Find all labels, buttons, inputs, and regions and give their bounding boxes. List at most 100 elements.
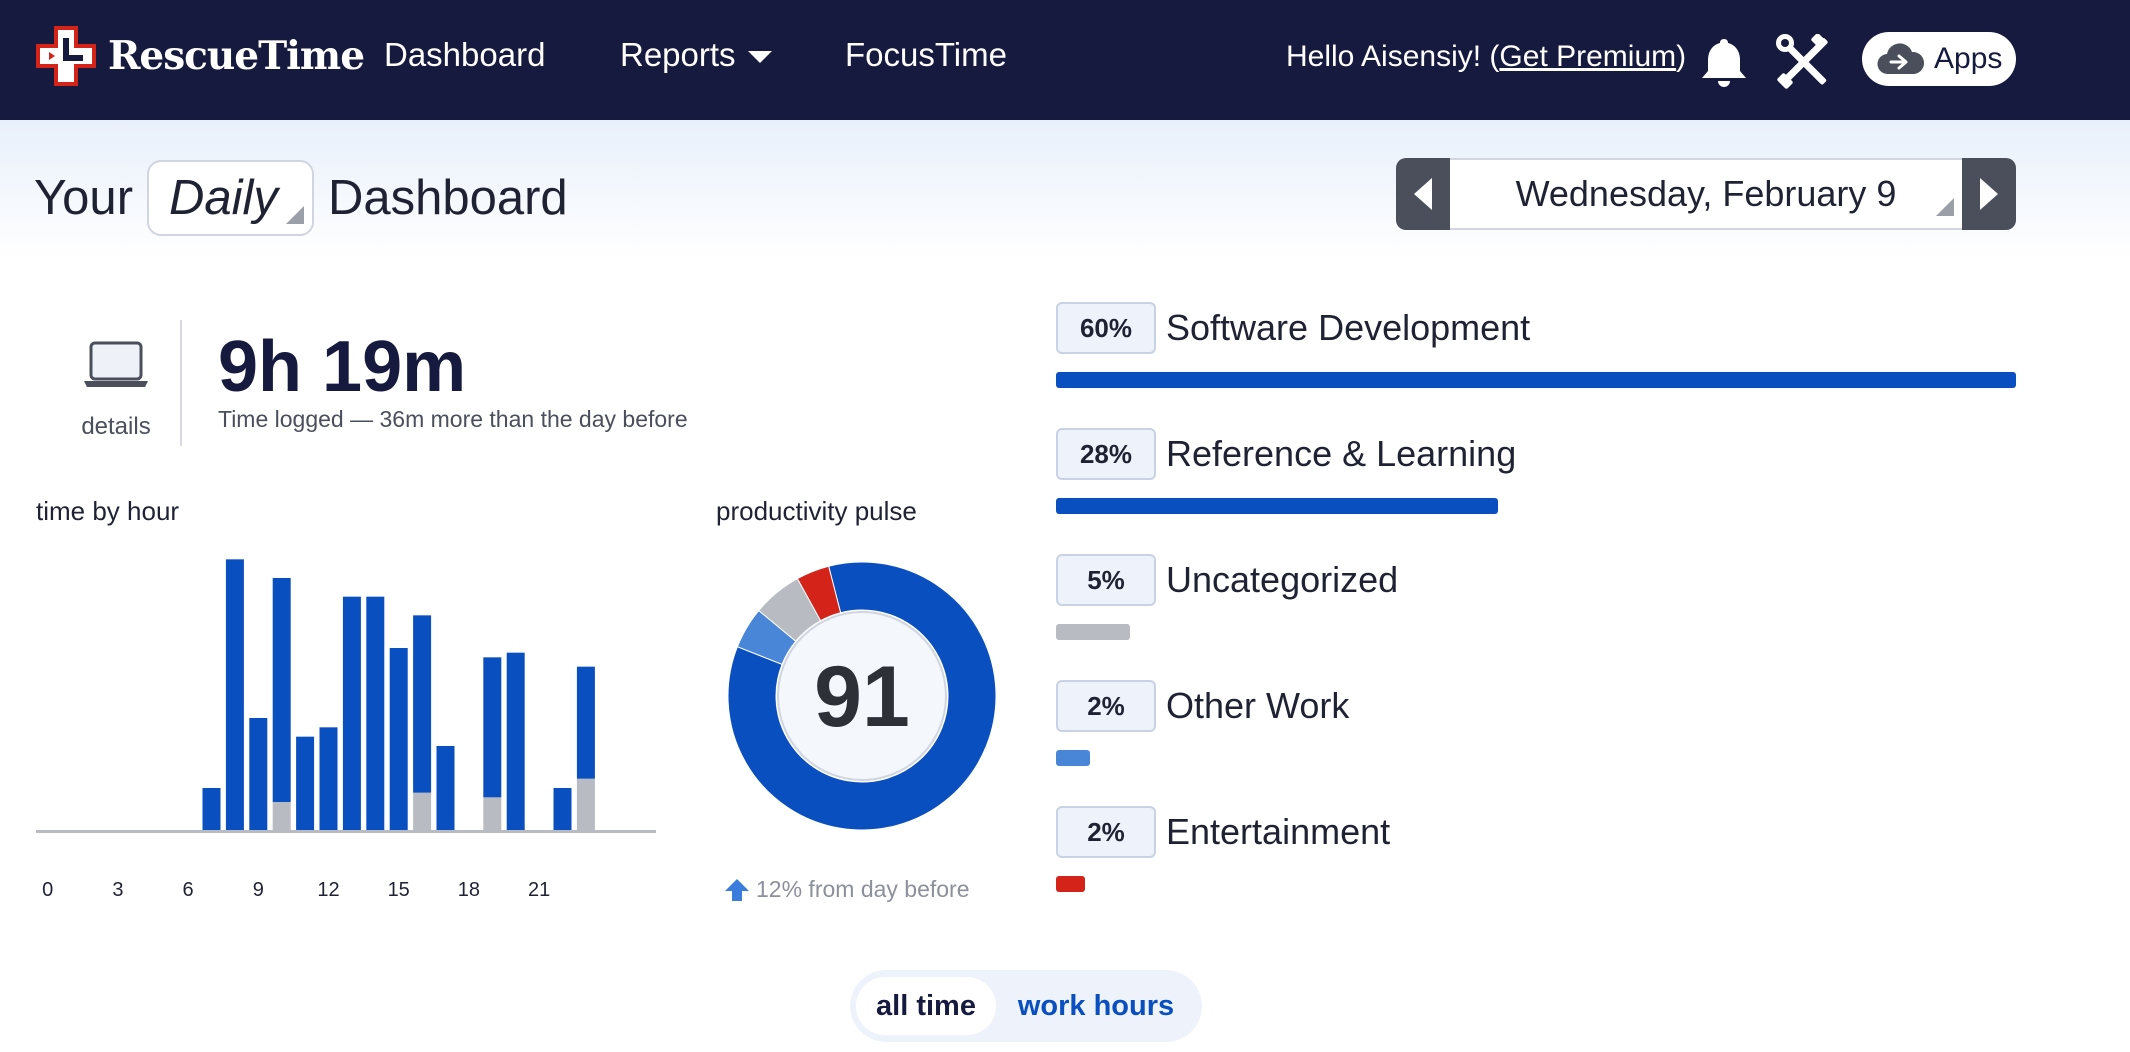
apps-label: Apps — [1934, 42, 2003, 75]
caret-down-icon — [747, 51, 772, 64]
details-label: details — [81, 413, 151, 440]
x-tick-label: 21 — [528, 879, 550, 901]
nav-reports[interactable]: Reports — [620, 36, 772, 74]
top-navbar: RescueTime Dashboard Reports FocusTime H… — [0, 0, 2130, 120]
period-value: Daily — [169, 171, 278, 225]
hours-toggle: all time work hours — [850, 970, 1202, 1042]
time-by-hour-title: time by hour — [36, 496, 180, 526]
title-prefix: Your — [34, 171, 134, 225]
period-select[interactable]: Daily — [147, 160, 314, 236]
category-item[interactable]: 28% Reference & Learning — [1056, 428, 2016, 514]
time-logged-subtitle: Time logged — 36m more than the day befo… — [218, 406, 688, 432]
category-bar — [1056, 372, 2016, 388]
category-item[interactable]: 5% Uncategorized — [1056, 554, 2016, 640]
category-bar — [1056, 624, 1130, 640]
category-percent: 2% — [1056, 806, 1156, 858]
x-tick-label: 18 — [458, 879, 480, 901]
x-tick-label: 9 — [253, 879, 264, 901]
category-header: 5% Uncategorized — [1056, 554, 2016, 606]
hour-bar[interactable] — [553, 788, 572, 830]
arrow-up-icon — [725, 878, 749, 901]
category-header: 60% Software Development — [1056, 302, 2016, 354]
app-logo[interactable]: RescueTime — [34, 24, 365, 88]
category-header: 2% Other Work — [1056, 680, 2016, 732]
nav-focustime-label: FocusTime — [845, 36, 1007, 73]
category-name: Entertainment — [1166, 811, 1391, 852]
category-name: Uncategorized — [1166, 559, 1399, 600]
x-tick-label: 0 — [42, 879, 53, 901]
laptop-icon — [84, 341, 148, 387]
hour-bar[interactable] — [483, 657, 502, 798]
x-tick-label: 3 — [112, 879, 123, 901]
rescuetime-logo-icon — [36, 26, 96, 86]
greeting-text: Hello Aisensiy! ( — [1286, 40, 1500, 73]
toggle-work-hours[interactable]: work hours — [996, 977, 1196, 1035]
tools-icon[interactable] — [1776, 34, 1830, 90]
hour-bar-neutral[interactable] — [576, 778, 595, 830]
greeting-close: ) — [1676, 40, 1687, 73]
select-corner-icon — [285, 206, 304, 224]
nav-dashboard[interactable]: Dashboard — [384, 36, 545, 74]
arrow-right-icon — [1980, 178, 1998, 210]
user-greeting: Hello Aisensiy! (Get Premium) — [1286, 40, 1686, 74]
category-bar — [1056, 498, 1498, 514]
category-percent: 28% — [1056, 428, 1156, 480]
title-suffix: Dashboard — [327, 171, 568, 225]
date-value: Wednesday, February 9 — [1515, 173, 1897, 214]
pulse-change-text: 12% from day before — [756, 876, 970, 902]
category-item[interactable]: 60% Software Development — [1056, 302, 2016, 388]
category-percent: 60% — [1056, 302, 1156, 354]
nav-dashboard-label: Dashboard — [384, 36, 546, 73]
get-premium-link[interactable]: Get Premium — [1499, 40, 1676, 73]
category-item[interactable]: 2% Entertainment — [1056, 806, 2016, 892]
select-corner-icon — [1936, 198, 1954, 216]
hour-bar[interactable] — [296, 736, 315, 830]
hour-bar[interactable] — [436, 746, 455, 830]
category-header: 28% Reference & Learning — [1056, 428, 2016, 480]
time-by-hour-chart: 0 3 6 9 12 15 18 21 — [36, 559, 656, 901]
hour-bar[interactable] — [225, 559, 244, 830]
hour-bar[interactable] — [249, 718, 268, 830]
category-item[interactable]: 2% Other Work — [1056, 680, 2016, 766]
page-title: Your Daily Dashboard — [34, 160, 568, 236]
hour-bar[interactable] — [342, 596, 361, 830]
productivity-pulse-chart[interactable]: 91 — [712, 546, 1012, 846]
date-navigator: Wednesday, February 9 — [1396, 158, 2016, 230]
category-name: Reference & Learning — [1166, 433, 1517, 474]
apps-button[interactable]: Apps — [1862, 32, 2016, 86]
hour-bar-neutral[interactable] — [272, 802, 291, 830]
arrow-left-icon — [1414, 178, 1432, 210]
category-name: Software Development — [1166, 307, 1531, 348]
category-name: Other Work — [1166, 685, 1350, 726]
next-day-button[interactable] — [1962, 158, 2016, 230]
hour-bar-neutral[interactable] — [483, 797, 502, 830]
hour-bar[interactable] — [506, 652, 525, 830]
nav-focustime[interactable]: FocusTime — [845, 36, 1007, 74]
hour-bar[interactable] — [366, 596, 385, 830]
nav-reports-label: Reports — [620, 36, 736, 73]
previous-day-button[interactable] — [1396, 158, 1450, 230]
x-tick-label: 6 — [183, 879, 194, 901]
hour-bar[interactable] — [272, 578, 291, 802]
hour-bar[interactable] — [413, 615, 432, 793]
date-select[interactable]: Wednesday, February 9 — [1450, 158, 1962, 230]
hour-bar[interactable] — [389, 648, 408, 830]
category-header: 2% Entertainment — [1056, 806, 2016, 858]
category-bar — [1056, 750, 1090, 766]
hour-bar[interactable] — [319, 727, 338, 830]
toggle-all-time[interactable]: all time — [856, 977, 996, 1035]
time-logged-total: 9h 19m — [218, 327, 467, 407]
category-percent: 2% — [1056, 680, 1156, 732]
x-tick-label: 12 — [317, 879, 339, 901]
bell-icon[interactable] — [1700, 36, 1748, 88]
hour-bar[interactable] — [576, 666, 595, 779]
productivity-pulse-title: productivity pulse — [716, 496, 917, 526]
hour-bar-neutral[interactable] — [413, 792, 432, 830]
details-link[interactable]: details — [54, 340, 178, 441]
pulse-score: 91 — [814, 649, 910, 745]
hour-bar[interactable] — [202, 788, 221, 830]
cloud-download-icon — [1877, 43, 1924, 75]
app-name: RescueTime — [108, 33, 365, 79]
summary-divider — [180, 320, 182, 446]
category-percent: 5% — [1056, 554, 1156, 606]
